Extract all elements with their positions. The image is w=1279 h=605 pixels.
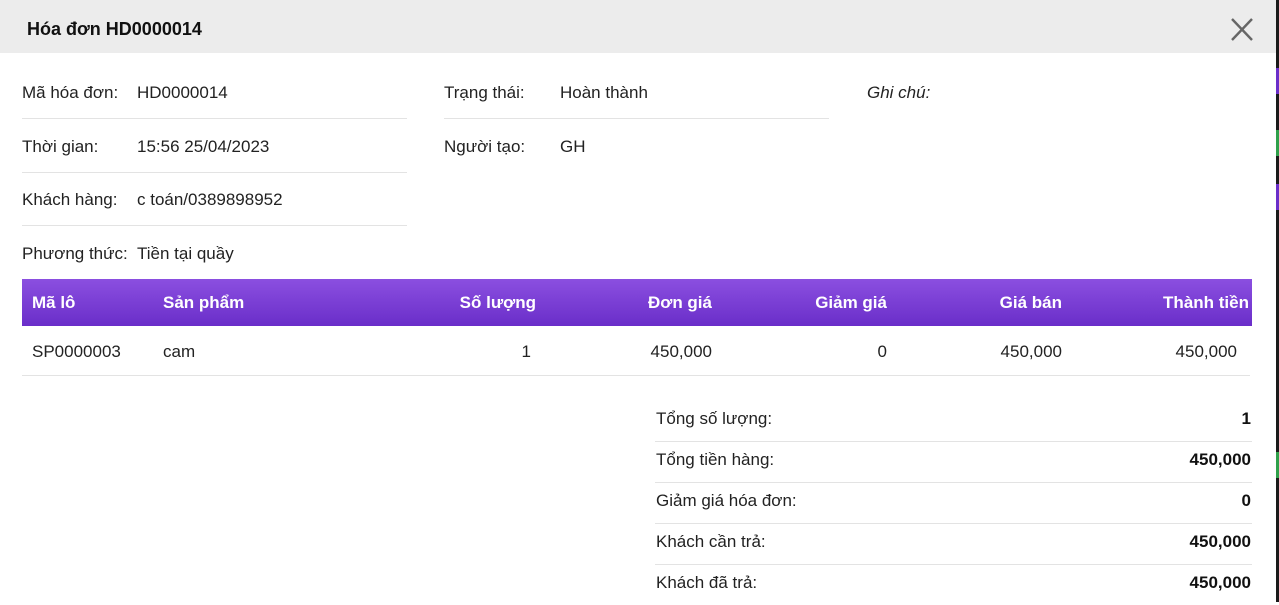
time-value: 15:56 25/04/2023 <box>137 137 270 156</box>
info-row-method: Phương thức: Tiền tại quầy <box>22 226 407 279</box>
summary-value: 0 <box>1241 491 1251 510</box>
summary-label: Tổng số lượng: <box>656 409 773 428</box>
customer-value: c toán/0389898952 <box>137 190 283 209</box>
cell-sale-price: 450,000 <box>1000 342 1062 361</box>
summary-invoice-discount: Giảm giá hóa đơn: 0 <box>655 482 1252 524</box>
summary-amount-paid: Khách đã trả: 450,000 <box>655 564 1252 605</box>
method-label: Phương thức: <box>22 244 128 263</box>
column-header-unit-price: Đơn giá <box>647 293 712 312</box>
customer-label: Khách hàng: <box>22 190 118 209</box>
creator-value: GH <box>560 137 586 156</box>
column-header-product: Sản phẩm <box>163 293 245 312</box>
column-header-total: Thành tiền <box>1163 293 1249 312</box>
summary-total-goods: Tổng tiền hàng: 450,000 <box>655 441 1252 483</box>
cell-total: 450,000 <box>1175 342 1237 361</box>
close-icon <box>1231 18 1253 41</box>
note-label: Ghi chú: <box>867 83 931 102</box>
cell-quantity: 1 <box>521 342 531 361</box>
cell-discount: 0 <box>877 342 887 361</box>
summary-value: 450,000 <box>1189 450 1251 469</box>
summary-value: 1 <box>1241 409 1251 428</box>
summary-label: Khách đã trả: <box>656 573 758 592</box>
creator-label: Người tạo: <box>444 137 526 156</box>
info-row-creator: Người tạo: GH <box>444 119 829 172</box>
cell-lot: SP0000003 <box>32 342 121 361</box>
info-row-time: Thời gian: 15:56 25/04/2023 <box>22 119 407 173</box>
method-value: Tiền tại quầy <box>137 244 234 263</box>
summary-value: 450,000 <box>1189 532 1251 551</box>
summary-total-quantity: Tổng số lượng: 1 <box>655 400 1252 442</box>
info-row-invoice-code: Mã hóa đơn: HD0000014 <box>22 65 407 119</box>
close-button[interactable] <box>1226 14 1258 46</box>
summary-amount-due: Khách cần trả: 450,000 <box>655 523 1252 565</box>
info-row-customer: Khách hàng: c toán/0389898952 <box>22 172 407 226</box>
invoice-code-label: Mã hóa đơn: <box>22 83 119 102</box>
info-row-status: Trạng thái: Hoàn thành <box>444 65 829 119</box>
status-value: Hoàn thành <box>560 83 648 102</box>
modal-header: Hóa đơn HD0000014 <box>0 0 1276 53</box>
cell-unit-price: 450,000 <box>650 342 712 361</box>
time-label: Thời gian: <box>22 137 99 156</box>
cell-product: cam <box>163 342 196 361</box>
column-header-quantity: Số lượng <box>459 293 536 312</box>
column-header-sale-price: Giá bán <box>999 293 1062 312</box>
status-label: Trạng thái: <box>444 83 525 102</box>
summary-label: Giảm giá hóa đơn: <box>656 491 797 510</box>
modal-title: Hóa đơn HD0000014 <box>27 19 202 39</box>
column-header-lot: Mã lô <box>32 293 76 312</box>
invoice-code-value: HD0000014 <box>137 83 228 102</box>
summary-label: Tổng tiền hàng: <box>656 450 775 469</box>
summary-value: 450,000 <box>1189 573 1251 592</box>
table-row: SP0000003 cam 1 450,000 0 450,000 450,00… <box>22 326 1250 376</box>
table-header: Mã lô Sản phẩm Số lượng Đơn giá Giảm giá… <box>22 279 1252 326</box>
column-header-discount: Giảm giá <box>815 293 887 312</box>
summary-label: Khách cần trả: <box>656 532 766 551</box>
